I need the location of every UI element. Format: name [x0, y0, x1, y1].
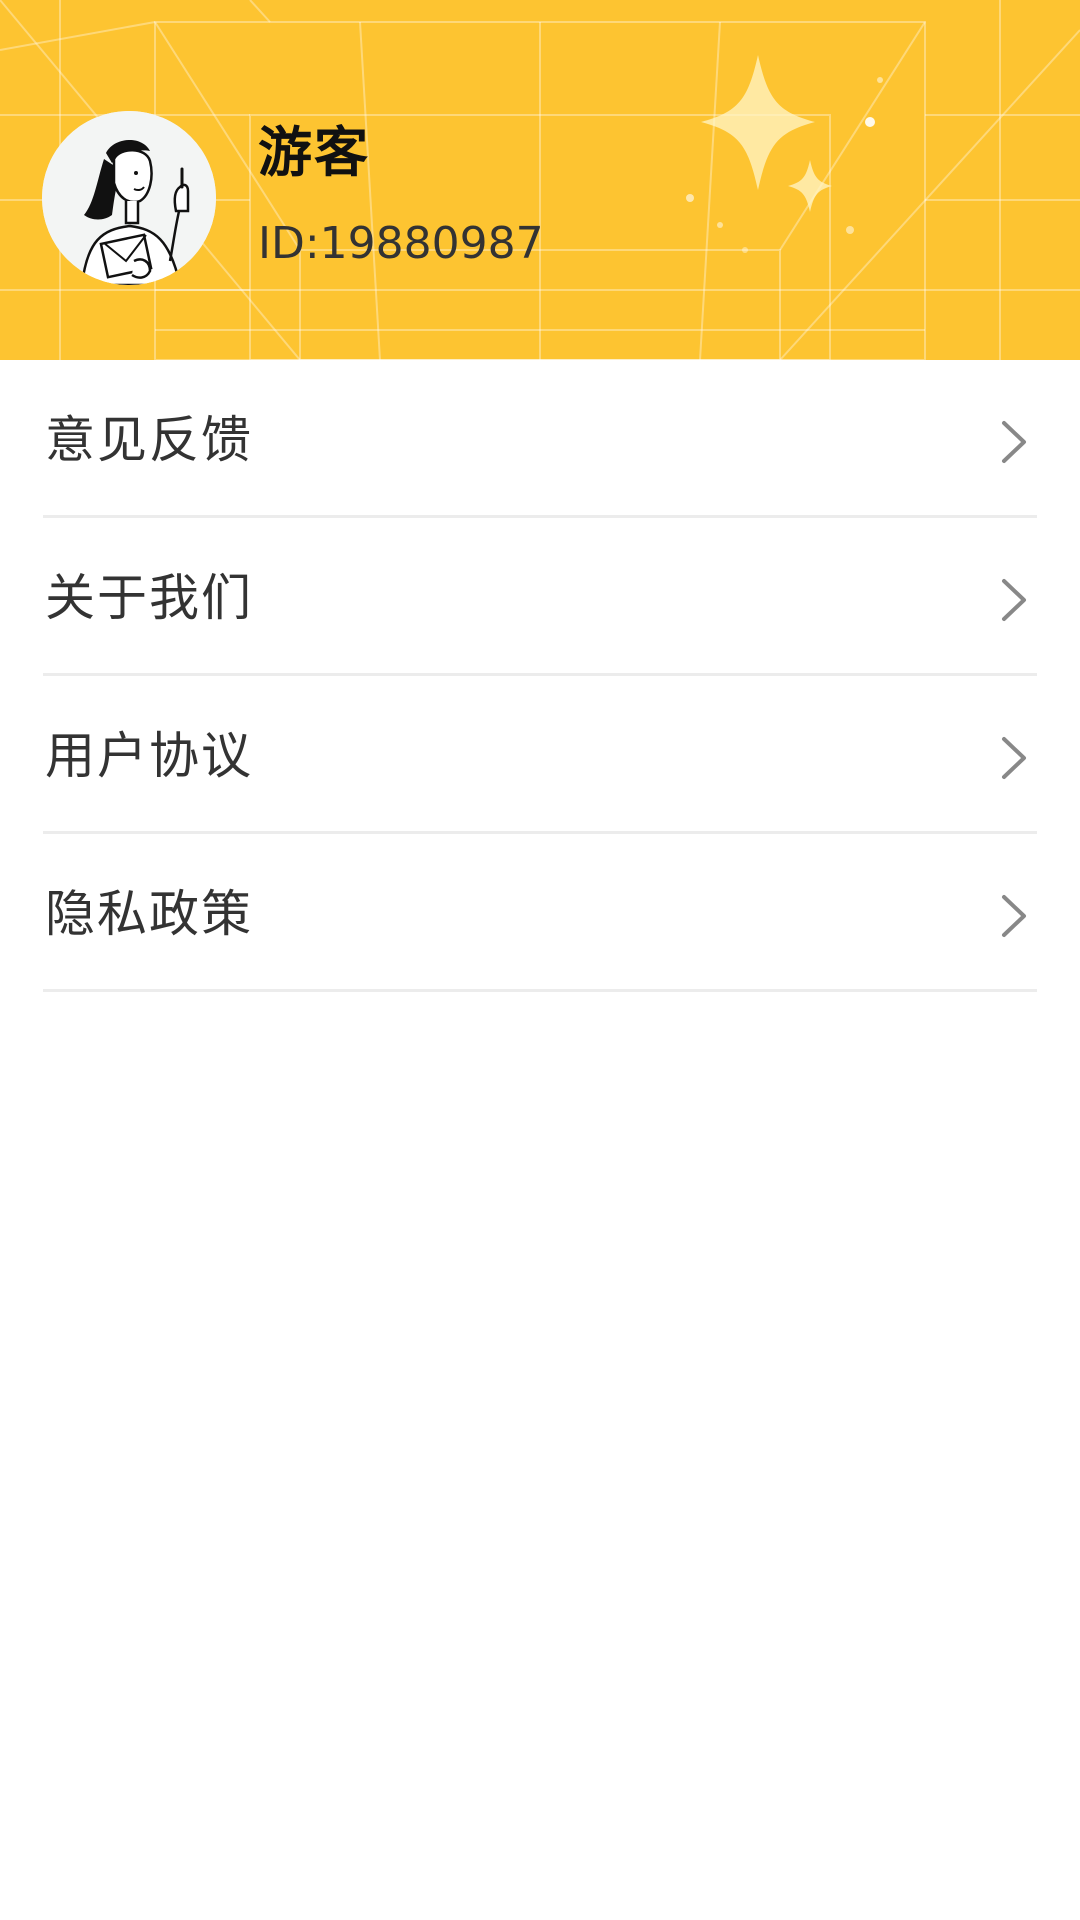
- chevron-right-icon: [1002, 737, 1026, 779]
- menu-item-privacy-policy[interactable]: 隐私政策: [43, 834, 1037, 992]
- person-pointing-avatar-icon: [42, 111, 216, 285]
- avatar[interactable]: [42, 111, 216, 285]
- chevron-right-icon: [1002, 895, 1026, 937]
- profile-header: 游客 ID:19880987: [0, 0, 1080, 360]
- menu-item-about-us[interactable]: 关于我们: [43, 518, 1037, 676]
- profile-page: 游客 ID:19880987 意见反馈 关于我们 用户协议 隐私政策: [0, 0, 1080, 1920]
- settings-menu: 意见反馈 关于我们 用户协议 隐私政策: [0, 360, 1080, 992]
- chevron-right-icon: [1002, 421, 1026, 463]
- menu-item-label: 用户协议: [45, 727, 253, 785]
- user-id: ID:19880987: [258, 218, 544, 269]
- menu-item-label: 关于我们: [45, 569, 253, 627]
- menu-item-user-agreement[interactable]: 用户协议: [43, 676, 1037, 834]
- menu-item-feedback[interactable]: 意见反馈: [43, 360, 1037, 518]
- chevron-right-icon: [1002, 579, 1026, 621]
- menu-item-label: 意见反馈: [45, 411, 253, 469]
- menu-item-label: 隐私政策: [45, 885, 253, 943]
- username: 游客: [258, 121, 370, 184]
